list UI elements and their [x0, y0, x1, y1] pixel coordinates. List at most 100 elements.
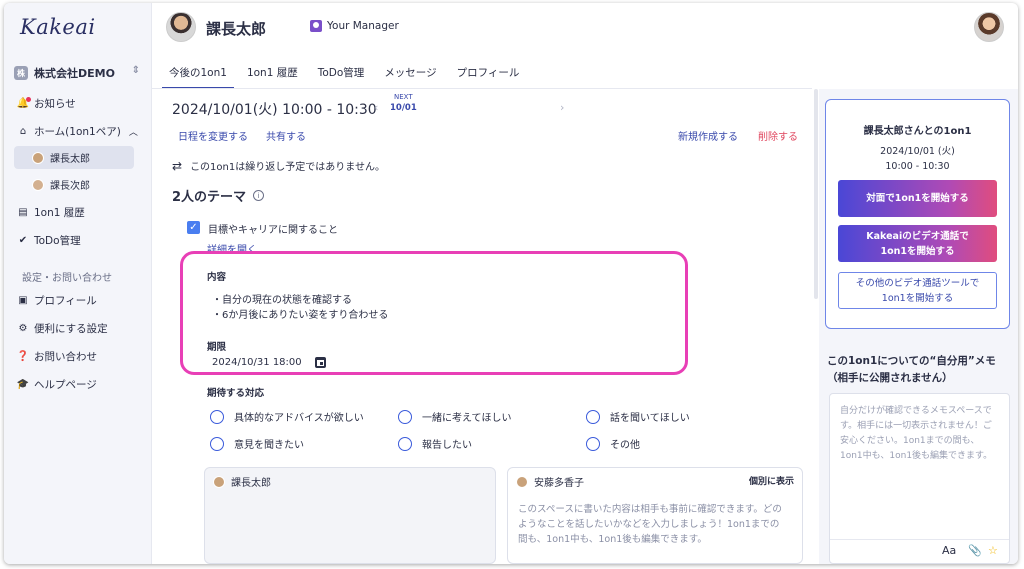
meeting-card-day: 2024/10/01 (火) [880, 146, 955, 157]
meeting-card: 課長太郎さんとの1on1 2024/10/01 (火) 10:00 - 10:3… [825, 99, 1010, 329]
sidebar-item-kacho-taro[interactable]: 課長太郎 [14, 146, 134, 169]
main-scrollbar[interactable] [814, 89, 818, 299]
gear-icon: ⚙ [18, 322, 28, 334]
avatar [32, 151, 44, 164]
sidebar: Kakeai 株 株式会社DEMO ⇕ 🔔 お知らせ ⌂ ホーム(1on1ペア)… [4, 3, 152, 564]
start-other-video-button[interactable]: その他のビデオ通話ツールで 1on1を開始する [838, 272, 997, 309]
memo-owner-name: 課長太郎 [231, 478, 271, 489]
my-avatar[interactable] [974, 12, 1004, 42]
sidebar-item-profile[interactable]: ▣ プロフィール [16, 289, 97, 311]
bell-icon: 🔔 [16, 96, 31, 109]
sidebar-item-history[interactable]: ▤ 1on1 履歴 [16, 201, 85, 223]
sidebar-item-settings[interactable]: ⚙ 便利にする設定 [16, 317, 108, 339]
sidebar-item-label: お問い合わせ [34, 350, 97, 363]
font-format-icon[interactable]: Aa [942, 544, 956, 557]
radio-listen[interactable]: 話を聞いてほしい [586, 409, 690, 424]
sidebar-item-notifications[interactable]: 🔔 お知らせ [16, 92, 76, 114]
my-shared-memo-card[interactable]: 安藤多香子 個別に表示 このスペースに書いた内容は相手も事前に確認できます。どの… [507, 467, 803, 564]
memo-header: 安藤多香子 [516, 474, 584, 489]
role-label: Your Manager [327, 20, 399, 32]
tab-bar: 今後の1on1 1on1 履歴 ToDo管理 メッセージ プロフィール [162, 61, 533, 89]
home-icon: ⌂ [19, 125, 27, 137]
next-date[interactable]: 10/01 [390, 103, 417, 113]
notification-dot [26, 96, 31, 102]
attach-icon[interactable]: 📎 [968, 544, 982, 557]
partner-memo-card[interactable]: 課長太郎 [204, 467, 496, 564]
sidebar-item-label: 課長次郎 [50, 181, 90, 192]
star-icon[interactable]: ☆ [988, 544, 998, 557]
chevron-up-icon: ︿ [128, 127, 138, 138]
profile-icon: ▣ [18, 294, 28, 306]
self-memo-placeholder: 自分だけが確認できるメモスペースです。相手には一切表示されません！ご安心ください… [840, 406, 993, 461]
check-circle-icon: ✔ [18, 234, 28, 246]
sidebar-item-todo[interactable]: ✔ ToDo管理 [16, 229, 81, 251]
company-switcher[interactable]: 株 株式会社DEMO ⇕ [14, 63, 142, 83]
theme-checkbox[interactable]: ✓ [187, 221, 200, 234]
company-name: 株式会社DEMO [34, 67, 115, 80]
delete-link[interactable]: 削除する [758, 128, 798, 143]
reschedule-link[interactable]: 日程を変更する [178, 128, 248, 143]
avatar [213, 475, 225, 488]
next-label: NEXT [394, 93, 413, 101]
radio-think-together[interactable]: 一緒に考えてほしい [398, 409, 512, 424]
radio-other[interactable]: その他 [586, 436, 640, 451]
tab-upcoming[interactable]: 今後の1on1 [162, 61, 240, 89]
shared-memo-placeholder: このスペースに書いた内容は相手も事前に確認できます。どのようなことを話したいかな… [518, 504, 782, 545]
sidebar-item-contact[interactable]: ❓ お問い合わせ [16, 345, 97, 367]
app-window: Kakeai 株 株式会社DEMO ⇕ 🔔 お知らせ ⌂ ホーム(1on1ペア)… [4, 3, 1018, 564]
sidebar-item-help[interactable]: 🎓 ヘルプページ [16, 373, 97, 395]
graduation-cap-icon: 🎓 [16, 378, 30, 390]
settings-section-label: 設定・お問い合わせ [22, 273, 112, 284]
tab-history[interactable]: 1on1 履歴 [240, 61, 311, 88]
meeting-card-time: 10:00 - 10:30 [885, 161, 950, 172]
sidebar-item-label: 1on1 履歴 [34, 206, 85, 219]
meeting-card-date: 2024/10/01 (火) 10:00 - 10:30 [826, 144, 1009, 174]
highlight-annotation [180, 251, 688, 375]
right-panel: 課長太郎さんとの1on1 2024/10/01 (火) 10:00 - 10:3… [819, 89, 1018, 564]
main-content: 2024/10/01(火) 10:00 - 10:30 ‹ NEXT 10/01… [152, 89, 812, 564]
sidebar-item-home[interactable]: ⌂ ホーム(1on1ペア) ︿ [16, 120, 138, 142]
tab-todo[interactable]: ToDo管理 [311, 61, 378, 88]
meeting-card-title: 課長太郎さんとの1on1 [863, 126, 972, 137]
no-repeat-text: この1on1は繰り返し予定ではありません。 [190, 162, 385, 173]
start-in-person-button[interactable]: 対面で1on1を開始する [838, 180, 997, 217]
create-new-link[interactable]: 新規作成する [678, 128, 738, 143]
memo-toolbar: Aa 📎 ☆ [830, 539, 1009, 563]
person-icon [310, 20, 322, 32]
sidebar-item-label: ToDo管理 [34, 234, 81, 247]
sidebar-item-label: ホーム(1on1ペア) [34, 125, 121, 138]
expect-label: 期待する対応 [207, 388, 265, 399]
header: 課長太郎 Your Manager 今後の1on1 1on1 履歴 ToDo管理… [152, 3, 1018, 89]
partner-name: 課長太郎 [206, 20, 267, 38]
chevron-right-icon[interactable]: › [560, 101, 564, 114]
no-repeat-notice: ⇄ この1on1は繰り返し予定ではありません。 [172, 158, 385, 174]
partner-avatar [166, 12, 196, 42]
show-individually-toggle[interactable]: 個別に表示 [749, 474, 794, 487]
sidebar-item-label: プロフィール [34, 294, 97, 307]
company-icon: 株 [14, 66, 28, 80]
history-icon: ▤ [18, 206, 28, 218]
sidebar-item-kacho-jiro[interactable]: 課長次郎 [14, 173, 134, 196]
theme-heading: 2人のテーマ i [172, 186, 265, 205]
radio-report[interactable]: 報告したい [398, 436, 472, 451]
avatar [516, 475, 528, 488]
question-icon: ❓ [16, 350, 30, 362]
share-link[interactable]: 共有する [266, 128, 306, 143]
info-icon[interactable]: i [253, 190, 265, 201]
tab-profile[interactable]: プロフィール [450, 61, 533, 88]
self-memo-title: この1on1についての“自分用”メモ （相手に公開されません） [827, 355, 996, 384]
memo-owner-name: 安藤多香子 [534, 478, 584, 489]
start-kakeai-video-button[interactable]: Kakeaiのビデオ通話で 1on1を開始する [838, 225, 997, 262]
sidebar-item-label: 課長太郎 [50, 154, 90, 165]
avatar [32, 178, 44, 191]
sort-icon: ⇕ [131, 65, 140, 76]
repeat-icon: ⇄ [172, 158, 183, 173]
meeting-datetime: 2024/10/01(火) 10:00 - 10:30 [172, 102, 377, 118]
theme-item-label: 目標やキャリアに関すること [208, 225, 338, 236]
self-memo-input[interactable]: 自分だけが確認できるメモスペースです。相手には一切表示されません！ご安心ください… [829, 393, 1010, 564]
tab-messages[interactable]: メッセージ [377, 61, 449, 88]
chevron-left-icon[interactable]: ‹ [374, 101, 378, 114]
sidebar-item-label: 便利にする設定 [34, 322, 108, 335]
radio-opinion[interactable]: 意見を聞きたい [210, 436, 304, 451]
radio-advice[interactable]: 具体的なアドバイスが欲しい [210, 409, 364, 424]
